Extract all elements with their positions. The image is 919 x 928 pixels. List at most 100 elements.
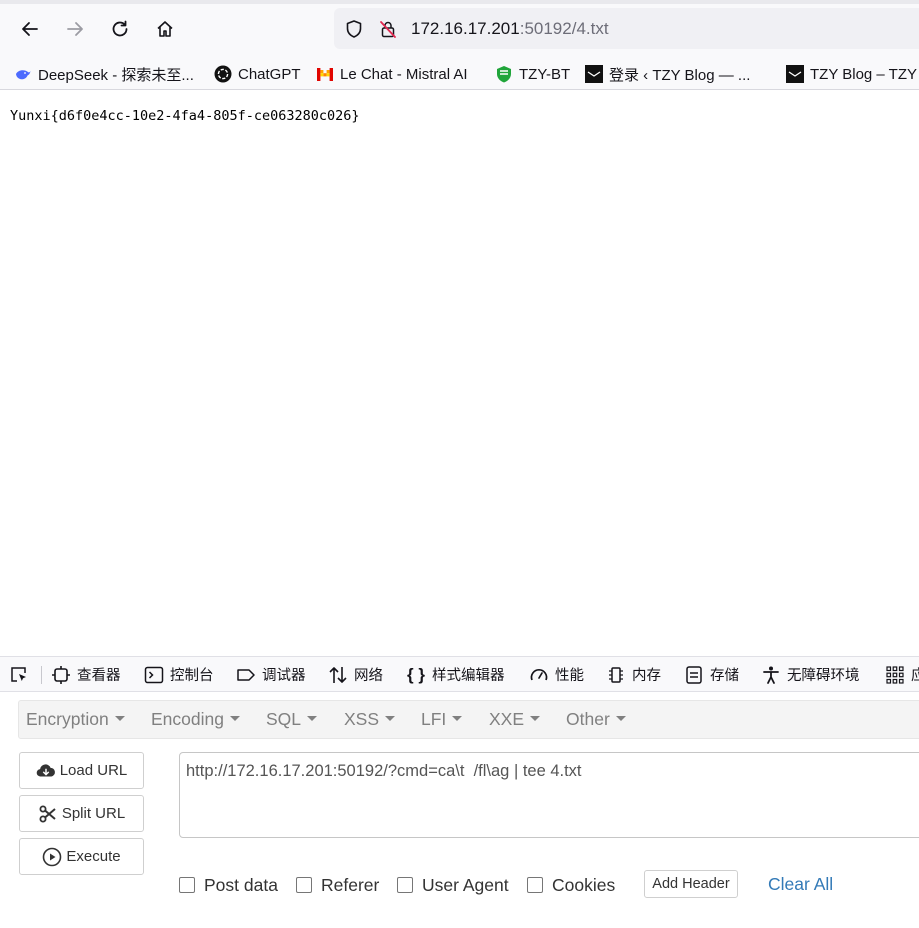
debugger-icon [236, 665, 256, 685]
navigation-toolbar: 172.16.17.201:50192/4.txt [0, 0, 919, 58]
menu-xxe[interactable]: XXE [489, 709, 541, 730]
tab-performance[interactable]: 性能 [529, 657, 584, 691]
tab-strip-edge [0, 0, 919, 4]
openai-icon [214, 65, 232, 83]
bookmark-deepseek[interactable]: DeepSeek - 探索未至... [14, 62, 194, 86]
back-button[interactable] [15, 14, 45, 44]
menu-label: SQL [266, 709, 302, 729]
tab-label: 存储 [710, 668, 739, 684]
tab-inspector[interactable]: 查看器 [51, 657, 121, 691]
bookmark-label: 登录 ‹ TZY Blog — ... [609, 66, 751, 84]
bookmark-label: TZY Blog – TZY [810, 65, 917, 83]
caret-down-icon [452, 715, 463, 721]
referer-checkbox[interactable] [296, 877, 312, 893]
back-arrow-icon [22, 22, 38, 36]
menu-label: XXE [489, 709, 525, 729]
option-label: Post data [204, 874, 278, 895]
accessibility-icon [761, 665, 781, 685]
caret-down-icon [114, 715, 125, 721]
user-agent-checkbox[interactable] [397, 877, 413, 893]
button-label: Split URL [61, 805, 126, 822]
network-arrows-icon [328, 665, 348, 685]
execute-button[interactable]: Execute [19, 838, 144, 875]
bookmark-tzy-login[interactable]: 登录 ‹ TZY Blog — ... [585, 62, 750, 86]
tab-accessibility[interactable]: 无障碍环境 [761, 657, 860, 691]
button-label: Execute [66, 848, 121, 865]
menu-label: Other [566, 709, 610, 729]
url-textarea[interactable]: http://172.16.17.201:50192/?cmd=ca\t /fl… [179, 752, 919, 838]
url-path: :50192/4.txt [519, 19, 609, 38]
bookmark-le-chat[interactable]: Le Chat - Mistral AI [316, 62, 468, 86]
bookmark-chatgpt[interactable]: ChatGPT [214, 62, 301, 86]
tab-style-editor[interactable]: { } 样式编辑器 [406, 657, 505, 691]
load-url-button[interactable]: Load URL [19, 752, 144, 789]
cookies-checkbox[interactable] [527, 877, 543, 893]
bookmarks-toolbar: DeepSeek - 探索未至... ChatGPT Le Chat - Mis… [0, 58, 919, 90]
tab-console[interactable]: 控制台 [144, 657, 214, 691]
home-icon [157, 21, 173, 37]
apps-grid-icon [885, 665, 905, 685]
post-data-option[interactable]: Post data [179, 874, 278, 896]
home-button[interactable] [150, 14, 180, 44]
tab-label: 内存 [632, 668, 661, 684]
tab-label: 应 [911, 664, 919, 685]
shield-icon[interactable] [343, 18, 365, 40]
toolbar-divider [41, 666, 42, 684]
tab-memory[interactable]: 内存 [606, 657, 661, 691]
bookmark-label: Le Chat - Mistral AI [340, 65, 468, 83]
menu-lfi[interactable]: LFI [421, 709, 463, 730]
menu-sql[interactable]: SQL [266, 709, 318, 730]
bookmark-tzy-blog[interactable]: TZY Blog – TZY [786, 62, 917, 86]
address-bar[interactable]: 172.16.17.201:50192/4.txt [334, 8, 919, 49]
bookmark-tzy-bt[interactable]: TZY-BT [495, 62, 570, 86]
deepseek-whale-icon [14, 65, 32, 83]
menu-xss[interactable]: XSS [344, 709, 396, 730]
page-content: Yunxi{d6f0e4cc-10e2-4fa4-805f-ce063280c0… [0, 91, 919, 655]
option-label: Referer [321, 874, 380, 895]
post-data-checkbox[interactable] [179, 877, 195, 893]
menu-encoding[interactable]: Encoding [151, 709, 240, 730]
clear-all-link[interactable]: Clear All [768, 874, 833, 895]
button-label: Load URL [59, 762, 128, 779]
tab-label: 无障碍环境 [787, 668, 860, 684]
split-url-button[interactable]: Split URL [19, 795, 144, 832]
mistral-icon [316, 65, 334, 83]
hackbar-panel: Encryption Encoding SQL XSS LFI XXE Othe… [0, 692, 919, 928]
plain-text-content: Yunxi{d6f0e4cc-10e2-4fa4-805f-ce063280c0… [10, 108, 360, 124]
tab-application[interactable]: 应 [885, 657, 919, 691]
add-header-button[interactable]: Add Header [644, 870, 738, 898]
tab-network[interactable]: 网络 [328, 657, 383, 691]
hackbar-menu-bar: Encryption Encoding SQL XSS LFI XXE Othe… [18, 700, 919, 739]
forward-button[interactable] [60, 14, 90, 44]
bookmark-label: TZY-BT [519, 65, 571, 83]
reload-button[interactable] [105, 14, 135, 44]
bookmark-label: DeepSeek - 探索未至... [38, 66, 194, 84]
insecure-lock-icon[interactable] [377, 18, 399, 40]
caret-down-icon [530, 715, 541, 721]
menu-label: XSS [344, 709, 380, 729]
tab-label: 调试器 [262, 668, 306, 684]
element-picker-button[interactable] [9, 657, 35, 691]
menu-label: Encoding [151, 709, 224, 729]
referer-option[interactable]: Referer [296, 874, 379, 896]
bookmark-label: ChatGPT [238, 65, 301, 83]
caret-down-icon [307, 715, 318, 721]
braces-icon: { } [407, 664, 425, 684]
storage-icon [684, 665, 704, 685]
user-agent-option[interactable]: User Agent [397, 874, 509, 896]
tzy-logo-icon [786, 65, 804, 83]
caret-down-icon [229, 715, 240, 721]
menu-label: LFI [421, 709, 447, 729]
menu-encryption[interactable]: Encryption [26, 709, 125, 730]
forward-arrow-icon [67, 22, 83, 36]
performance-gauge-icon [529, 665, 549, 685]
tab-debugger[interactable]: 调试器 [236, 657, 306, 691]
tab-label: 性能 [555, 668, 584, 684]
tab-label: 样式编辑器 [432, 668, 505, 684]
element-picker-icon [9, 665, 29, 685]
cookies-option[interactable]: Cookies [527, 874, 615, 896]
url-text[interactable]: 172.16.17.201:50192/4.txt [411, 19, 609, 39]
tab-storage[interactable]: 存储 [684, 657, 739, 691]
menu-other[interactable]: Other [566, 709, 626, 730]
menu-label: Encryption [26, 709, 109, 729]
